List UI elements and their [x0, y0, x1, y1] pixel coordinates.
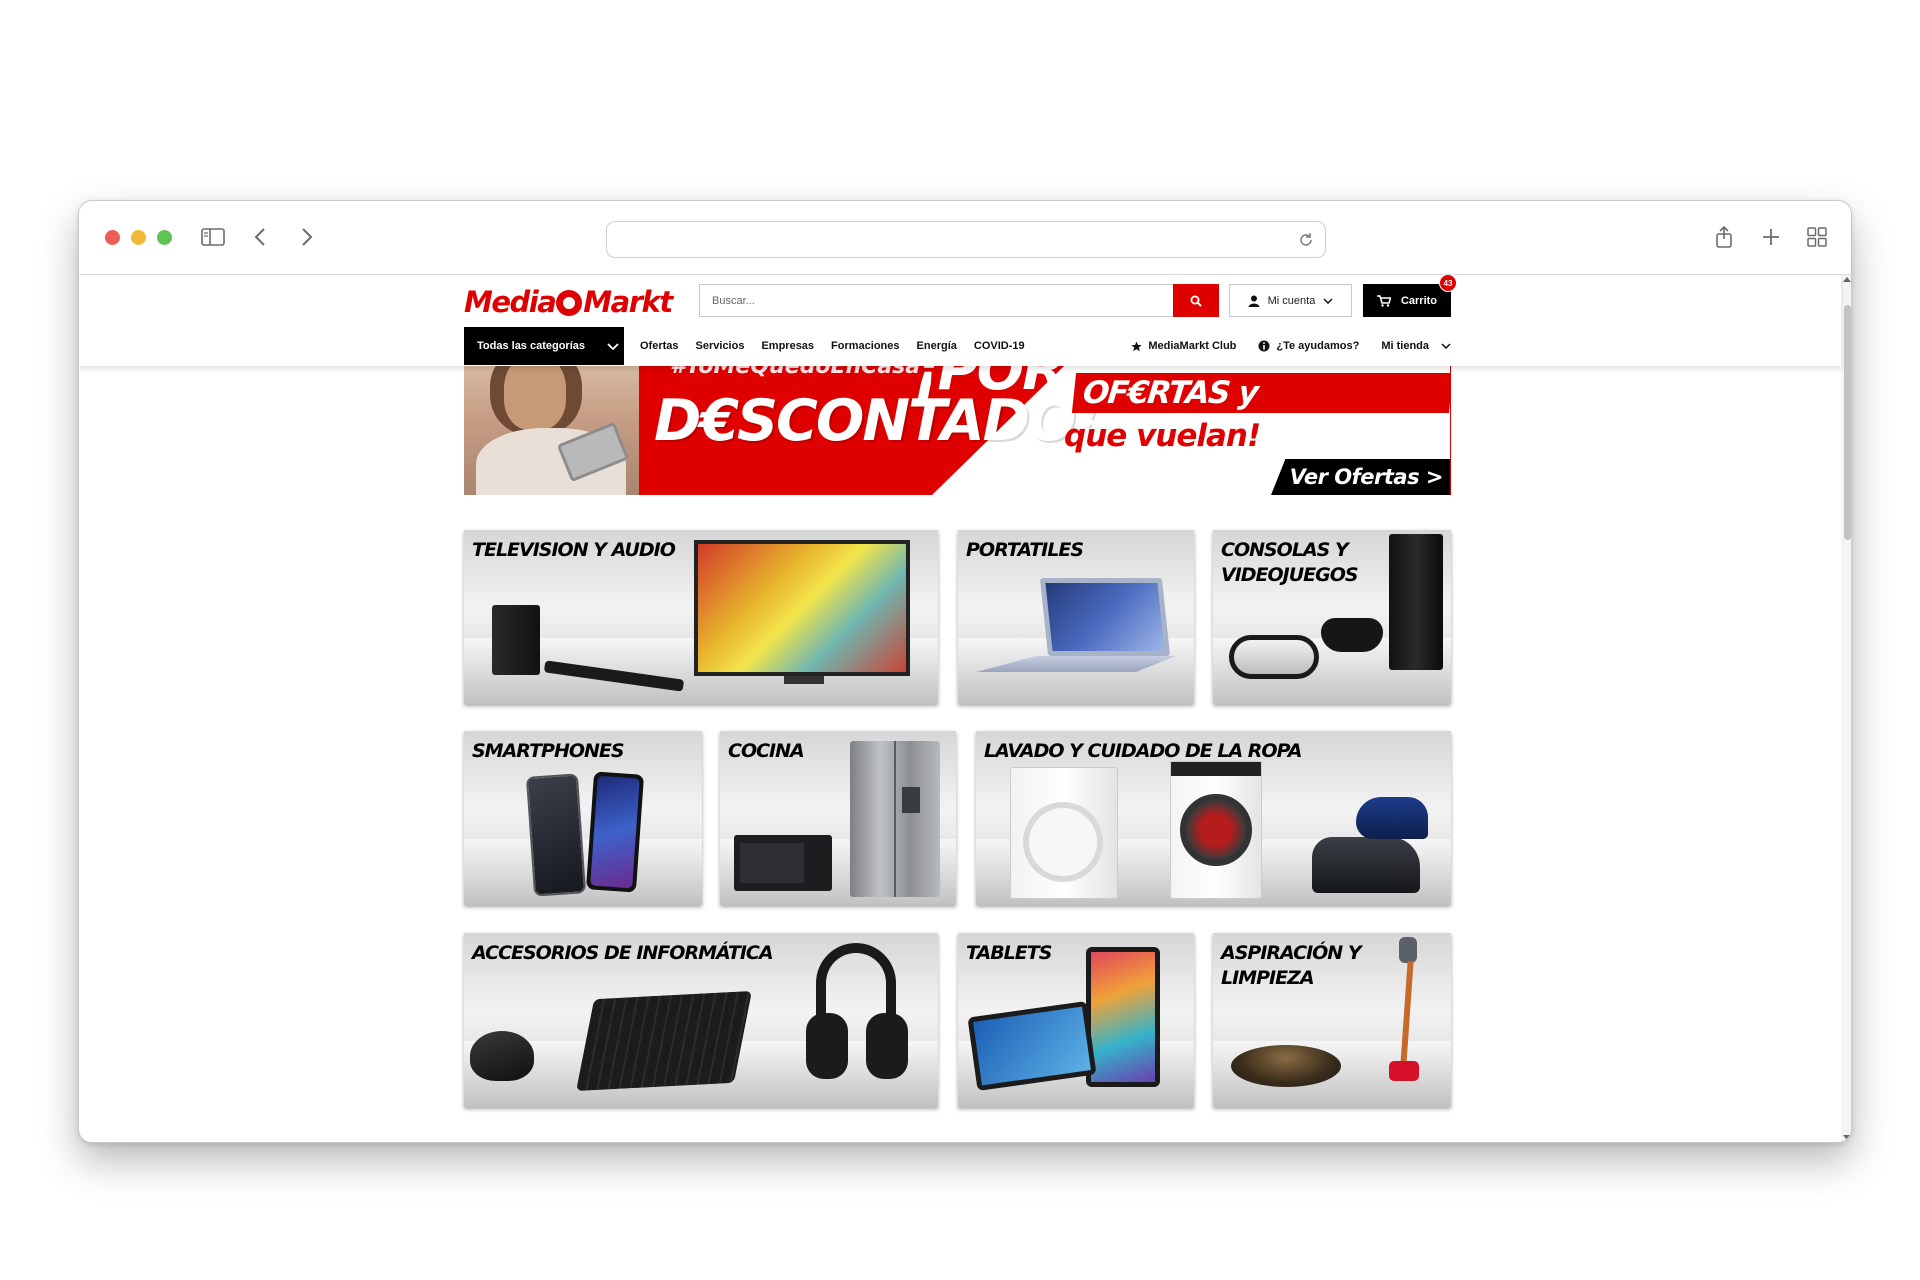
site-header: MediaMarkt Mi cuenta Carrito 43 Todas l	[79, 275, 1841, 366]
hero-headline: D€SCONTADO!	[654, 388, 1100, 454]
steam-iron-image	[1312, 797, 1434, 893]
nav-utility-links: MediaMarkt Club ¿Te ayudamos? Mi tienda	[1131, 327, 1451, 365]
nav-link-energia[interactable]: Energía	[917, 340, 957, 352]
category-tile-vacuum-cleaning[interactable]: ASPIRACIÓN Y LIMPIEZA	[1213, 933, 1451, 1107]
hero-hashtag: #YoMeQuedoEnCasa	[670, 366, 921, 379]
fridge-image	[850, 741, 940, 897]
share-icon[interactable]	[1708, 221, 1740, 253]
tablet-image	[1086, 947, 1160, 1087]
cart-icon	[1376, 294, 1391, 307]
reload-icon[interactable]	[1297, 231, 1315, 249]
mediamarkt-logo[interactable]: Media Markt	[464, 285, 673, 319]
category-tile-laptops[interactable]: PORTATILES	[958, 530, 1194, 704]
help-link[interactable]: ¿Te ayudamos?	[1258, 340, 1359, 352]
all-categories-label: Todas las categorías	[477, 340, 586, 352]
hero-banner[interactable]: #YoMeQuedoEnCasa ¡POR D€SCONTADO! OF€RTA…	[464, 366, 1451, 495]
cart-label: Carrito	[1400, 294, 1438, 307]
nav-link-servicios[interactable]: Servicios	[696, 340, 745, 352]
account-button[interactable]: Mi cuenta	[1229, 284, 1352, 317]
category-tile-computer-accessories[interactable]: ACCESORIOS DE INFORMÁTICA	[464, 933, 938, 1107]
category-title: ASPIRACIÓN Y LIMPIEZA	[1221, 942, 1362, 989]
laptop-image	[1039, 578, 1171, 656]
address-bar[interactable]	[606, 221, 1326, 258]
hero-person-image	[464, 366, 639, 495]
search-icon	[1190, 295, 1202, 307]
television-image	[694, 540, 910, 676]
category-title: TABLETS	[966, 942, 1052, 964]
page-viewport: MediaMarkt Mi cuenta Carrito 43 Todas l	[79, 275, 1851, 1142]
main-navigation: Todas las categorías Ofertas Servicios E…	[464, 327, 1451, 365]
category-title: PORTATILES	[966, 539, 1084, 561]
category-title: ACCESORIOS DE INFORMÁTICA	[472, 942, 774, 964]
back-arrow-icon[interactable]	[244, 221, 276, 253]
nav-links: Ofertas Servicios Empresas Formaciones E…	[640, 327, 1025, 365]
nav-link-formaciones[interactable]: Formaciones	[831, 340, 899, 352]
help-label: ¿Te ayudamos?	[1276, 340, 1360, 352]
category-title: COCINA	[728, 740, 805, 762]
cart-count-badge: 43	[1439, 275, 1457, 292]
club-label: MediaMarkt Club	[1148, 340, 1237, 352]
smartphone-image	[585, 771, 645, 893]
console-image	[1389, 534, 1443, 670]
headset-image	[802, 943, 914, 1093]
speaker-image	[492, 605, 540, 675]
tab-overview-icon[interactable]	[1801, 221, 1833, 253]
category-title: TELEVISION Y AUDIO	[472, 539, 676, 561]
category-title: SMARTPHONES	[472, 740, 625, 762]
search-box	[699, 284, 1219, 317]
stick-vacuum-image	[1389, 937, 1423, 1087]
category-tile-kitchen[interactable]: COCINA	[720, 731, 956, 905]
user-icon	[1248, 295, 1260, 307]
cart-button[interactable]: Carrito 43	[1363, 275, 1457, 317]
hero-subline: que vuelan!	[1064, 418, 1261, 454]
new-tab-icon[interactable]	[1755, 221, 1787, 253]
nav-link-empresas[interactable]: Empresas	[761, 340, 814, 352]
zoom-window-button[interactable]	[157, 230, 172, 245]
search-button[interactable]	[1173, 284, 1219, 317]
category-tile-tv-audio[interactable]: TELEVISION Y AUDIO	[464, 530, 938, 704]
smartphone-image	[525, 773, 587, 897]
account-label: Mi cuenta	[1267, 294, 1316, 307]
store-label: Mi tienda	[1381, 340, 1429, 352]
vr-headset-image	[1229, 635, 1319, 679]
robot-vacuum-image	[1231, 1045, 1341, 1087]
hero-offers-title: OF€RTAS y D€SCUENTOS	[1071, 373, 1451, 451]
all-categories-button[interactable]: Todas las categorías	[464, 327, 624, 365]
scrollbar-thumb[interactable]	[1844, 305, 1851, 540]
mouse-image	[470, 1031, 534, 1081]
logo-wheel-icon	[556, 290, 583, 316]
minimize-window-button[interactable]	[131, 230, 146, 245]
vertical-scrollbar[interactable]	[1841, 275, 1851, 1142]
chevron-down-icon	[1323, 297, 1333, 304]
search-input[interactable]	[700, 285, 1174, 316]
category-tile-laundry[interactable]: LAVADO Y CUIDADO DE LA ROPA	[976, 731, 1451, 905]
category-title: LAVADO Y CUIDADO DE LA ROPA	[984, 740, 1302, 762]
keyboard-image	[576, 990, 752, 1092]
star-icon	[1131, 340, 1143, 351]
mediamarkt-club-link[interactable]: MediaMarkt Club	[1131, 340, 1236, 352]
sidebar-icon[interactable]	[197, 221, 229, 253]
washing-machine-image	[1170, 761, 1262, 899]
info-icon	[1258, 340, 1270, 352]
controller-image	[1321, 618, 1383, 652]
chevron-down-icon	[607, 342, 619, 350]
forward-arrow-icon[interactable]	[291, 221, 323, 253]
my-store-dropdown[interactable]: Mi tienda	[1381, 340, 1451, 352]
category-tile-consoles[interactable]: CONSOLAS Y VIDEOJUEGOS	[1213, 530, 1451, 704]
browser-window: MediaMarkt Mi cuenta Carrito 43 Todas l	[78, 200, 1852, 1143]
nav-link-ofertas[interactable]: Ofertas	[640, 340, 679, 352]
nav-link-covid[interactable]: COVID-19	[974, 340, 1025, 352]
category-tile-tablets[interactable]: TABLETS	[958, 933, 1194, 1107]
close-window-button[interactable]	[105, 230, 120, 245]
chevron-down-icon	[1441, 343, 1451, 349]
see-offers-button[interactable]: Ver Ofertas >	[1271, 459, 1451, 495]
category-tile-smartphones[interactable]: SMARTPHONES	[464, 731, 702, 905]
microwave-image	[734, 835, 832, 891]
dryer-image	[1010, 767, 1118, 899]
browser-toolbar	[79, 201, 1851, 275]
category-title: CONSOLAS Y VIDEOJUEGOS	[1221, 539, 1359, 586]
